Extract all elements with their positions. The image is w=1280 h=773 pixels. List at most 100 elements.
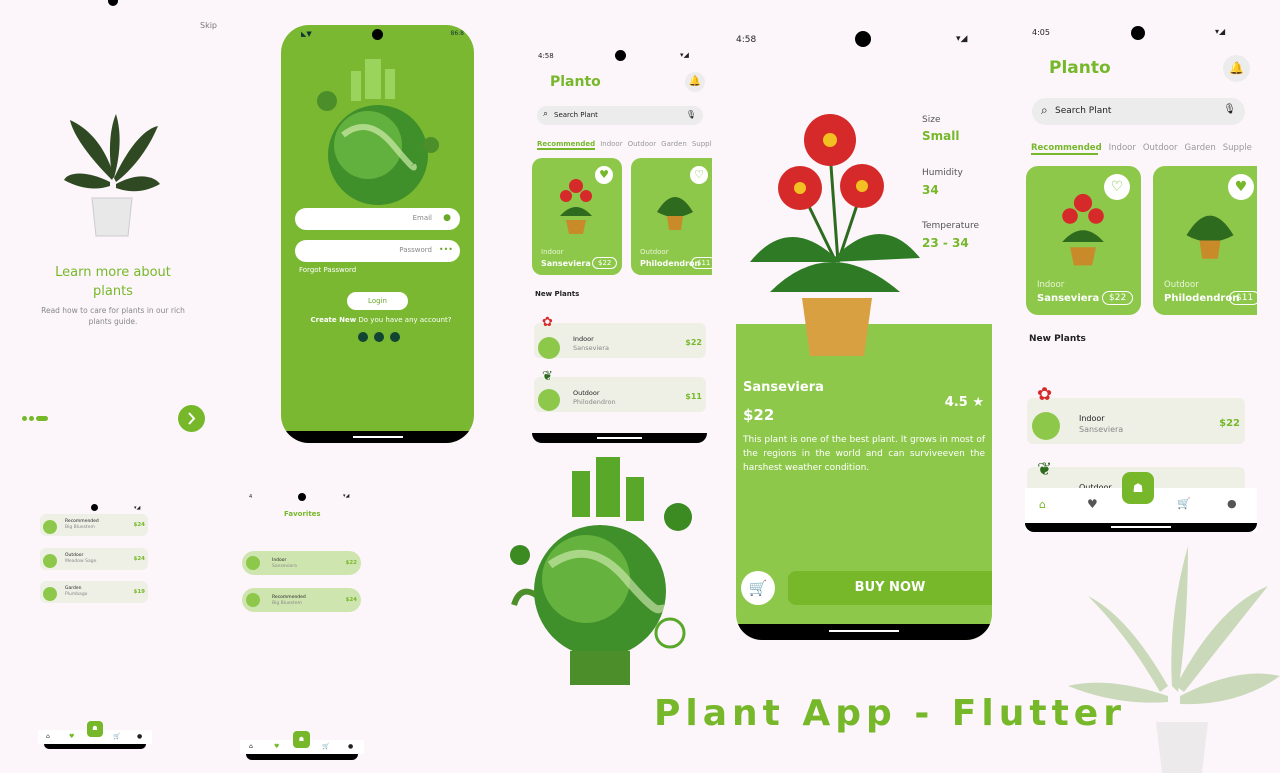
- size-label: Size: [922, 115, 941, 125]
- tab-garden[interactable]: Garden: [1185, 143, 1216, 153]
- nav-bar: [281, 431, 474, 443]
- plant-thumb: [1032, 412, 1060, 440]
- home-icon[interactable]: ⌂: [1039, 498, 1046, 511]
- plant-fab-icon[interactable]: ☗: [1122, 472, 1154, 504]
- plant-card[interactable]: ♥ Outdoor Philodendron $11: [1153, 166, 1257, 315]
- account-prompt: Do you have any account?: [358, 316, 452, 324]
- list-item[interactable]: Recommended Big Bluestem $24: [242, 588, 361, 612]
- home-screen-large: 4:05 ▾◢ Planto 🔔 ⌕ Search Plant 🎙 Recomm…: [1025, 20, 1257, 532]
- heart-icon[interactable]: ♥: [274, 743, 279, 750]
- skip-button[interactable]: Skip: [200, 21, 217, 30]
- login-screen: ◣▼ 86:8 Email ● Password ••• Forgot Pass…: [281, 25, 474, 443]
- list-item[interactable]: Outdoor Meadow Sage $24: [40, 548, 148, 570]
- detail-panel: Sanseviera 4.5 ★ $22 This plant is one o…: [736, 324, 992, 640]
- plant-description: This plant is one of the best plant. It …: [743, 435, 985, 473]
- earth-city-illustration: [500, 455, 700, 690]
- bell-icon[interactable]: 🔔: [685, 72, 705, 92]
- heart-icon[interactable]: ♥: [1087, 497, 1098, 511]
- tab-outdoor[interactable]: Outdoor: [628, 140, 657, 148]
- forgot-password-link[interactable]: Forgot Password: [299, 266, 356, 274]
- earth-illustration: [313, 55, 443, 205]
- tab-recommended[interactable]: Recommended: [537, 140, 595, 148]
- plant-fab-icon[interactable]: ☗: [293, 731, 310, 748]
- camera-notch: [372, 29, 383, 40]
- tab-supplements[interactable]: Supple: [692, 140, 712, 148]
- tab-recommended[interactable]: Recommended: [1031, 143, 1102, 153]
- login-button[interactable]: Login: [347, 292, 408, 310]
- rating: 4.5 ★: [944, 395, 984, 410]
- mic-icon[interactable]: 🎙: [686, 110, 696, 119]
- humidity-label: Humidity: [922, 168, 963, 178]
- cart-icon[interactable]: 🛒: [322, 743, 329, 750]
- plant-image: [1186, 215, 1234, 259]
- camera-notch: [615, 50, 626, 61]
- temperature-value: 23 - 34: [922, 236, 969, 250]
- list-item[interactable]: ✿ Indoor Sanseviera $22: [534, 315, 706, 359]
- status-time: 4:58: [736, 35, 757, 45]
- nav-bar: [1025, 523, 1257, 532]
- list-item[interactable]: Recommended Big Bluestem $24: [40, 514, 148, 536]
- onboarding-subtitle: Read how to care for plants in our rich …: [41, 306, 185, 326]
- plant-thumb: [538, 337, 560, 359]
- cart-icon[interactable]: 🛒: [1177, 497, 1191, 510]
- plant-card[interactable]: ♥ Indoor Sanseviera $22: [532, 158, 622, 275]
- person-icon[interactable]: ●: [1227, 497, 1237, 510]
- person-icon[interactable]: ●: [348, 743, 353, 750]
- list-item[interactable]: ✿ Indoor Sanseviera $22: [1027, 384, 1245, 444]
- background-plant-image: [1068, 536, 1280, 773]
- home-screen-small: 4:58 ▾◢ Planto 🔔 ⌕ Search Plant 🎙 Recomm…: [532, 45, 712, 443]
- password-field[interactable]: Password •••: [295, 240, 460, 262]
- category-tabs: Recommended Indoor Outdoor Garden Supple: [537, 140, 712, 148]
- favorites-screen: 4 ▾◢ Favorites Indoor Sanseviera $22 Rec…: [240, 490, 364, 762]
- app-title: Planto: [550, 74, 601, 90]
- person-icon[interactable]: ●: [137, 733, 142, 740]
- plant-image: [657, 197, 693, 230]
- create-new-link[interactable]: Create New: [311, 316, 357, 324]
- nav-bar: [246, 754, 358, 760]
- tab-underline: [537, 148, 595, 150]
- tab-garden[interactable]: Garden: [661, 140, 687, 148]
- google-icon[interactable]: [390, 332, 400, 342]
- list-item[interactable]: Garden Plumbago $19: [40, 581, 148, 603]
- wifi-icon: ▾◢: [343, 493, 350, 499]
- plant-card[interactable]: ♡ Outdoor Philodendron $11: [631, 158, 712, 275]
- buy-now-button[interactable]: BUY NOW: [788, 571, 992, 605]
- cart-icon[interactable]: 🛒: [113, 733, 120, 740]
- tab-outdoor[interactable]: Outdoor: [1143, 143, 1178, 153]
- tab-indoor[interactable]: Indoor: [1109, 143, 1136, 153]
- tab-indoor[interactable]: Indoor: [600, 140, 622, 148]
- plant-thumb: [538, 389, 560, 411]
- home-icon[interactable]: ⌂: [46, 733, 50, 740]
- temperature-label: Temperature: [922, 221, 980, 231]
- search-input[interactable]: ⌕ Search Plant 🎙: [1032, 98, 1245, 125]
- plant-fab-icon[interactable]: ☗: [87, 721, 103, 737]
- status-time: 4: [249, 494, 253, 500]
- bell-icon[interactable]: 🔔: [1223, 55, 1250, 82]
- status-time: 86:8: [450, 30, 464, 37]
- heart-icon[interactable]: ♥: [69, 733, 74, 740]
- nav-bar: [532, 433, 707, 443]
- nav-bar: [44, 744, 146, 749]
- facebook-icon[interactable]: [358, 332, 368, 342]
- list-item[interactable]: Indoor Sanseviera $22: [242, 551, 361, 575]
- twitter-icon[interactable]: [374, 332, 384, 342]
- cart-icon[interactable]: 🛒: [741, 571, 775, 605]
- email-field[interactable]: Email ●: [295, 208, 460, 230]
- category-tabs: Recommended Indoor Outdoor Garden Supple: [1031, 143, 1257, 153]
- camera-notch: [298, 493, 306, 501]
- banner-title: Plant App - Flutter: [654, 693, 1126, 734]
- size-value: Small: [922, 129, 960, 143]
- tab-supplements[interactable]: Supple: [1223, 143, 1252, 153]
- nav-bar: [736, 624, 992, 640]
- social-icons: [358, 332, 400, 343]
- wifi-icon: ▾◢: [1215, 27, 1226, 36]
- home-icon[interactable]: ⌂: [249, 743, 253, 750]
- search-input[interactable]: ⌕ Search Plant 🎙: [537, 106, 703, 125]
- onboarding-plant-image: [62, 110, 162, 238]
- mic-icon[interactable]: 🎙: [1223, 104, 1236, 115]
- list-item[interactable]: ❦ Outdoor Philodendron $11: [534, 369, 706, 412]
- plant-name: Sanseviera: [743, 380, 824, 395]
- plant-card[interactable]: ♡ Indoor Sanseviera $22: [1026, 166, 1141, 315]
- next-button[interactable]: [178, 405, 205, 432]
- wifi-icon: ▾◢: [956, 34, 968, 44]
